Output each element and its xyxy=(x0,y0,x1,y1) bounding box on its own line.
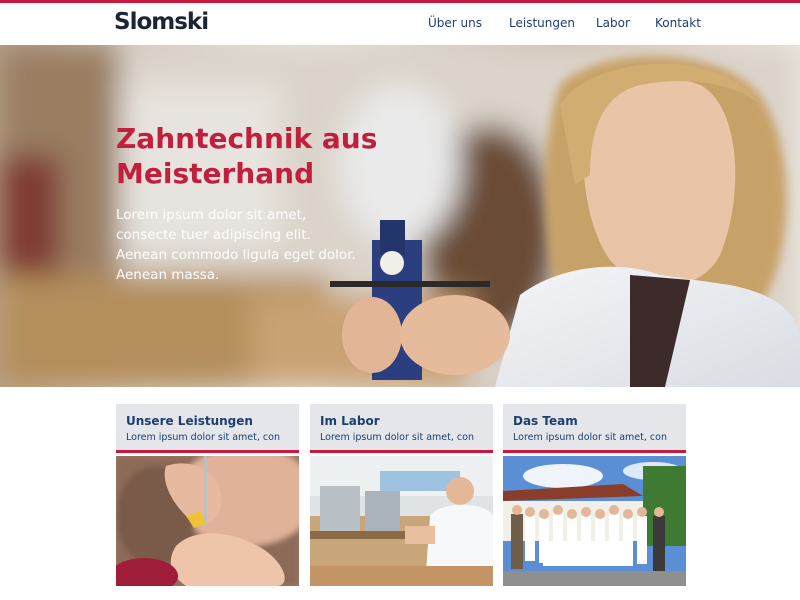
card-subtitle: Lorem ipsum dolor sit amet, con xyxy=(513,432,667,443)
card-subtitle: Lorem ipsum dolor sit amet, con xyxy=(126,432,280,443)
hands-photo xyxy=(116,456,299,586)
hero-heading-line-1: Zahntechnik aus xyxy=(116,122,378,155)
nav-item-labor[interactable]: Labor xyxy=(596,16,630,30)
card-title[interactable]: Im Labor xyxy=(320,414,380,428)
card-header: Unsere Leistungen Lorem ipsum dolor sit … xyxy=(116,404,299,453)
hero-heading-line-2: Meisterhand xyxy=(116,157,315,190)
card-header: Das Team Lorem ipsum dolor sit amet, con xyxy=(503,404,686,453)
nav-item-kontakt[interactable]: Kontakt xyxy=(655,16,701,30)
team-photo xyxy=(503,456,686,586)
card-title[interactable]: Unsere Leistungen xyxy=(126,414,253,428)
nav-item-ueber-uns[interactable]: Über uns xyxy=(428,16,482,30)
card-title[interactable]: Das Team xyxy=(513,414,578,428)
hero-heading: Zahntechnik aus Meisterhand xyxy=(116,121,377,191)
card-im-labor[interactable]: Im Labor Lorem ipsum dolor sit amet, con xyxy=(310,404,493,586)
site-logo[interactable]: Slomski xyxy=(114,9,209,35)
card-das-team[interactable]: Das Team Lorem ipsum dolor sit amet, con xyxy=(503,404,686,586)
card-image-team[interactable] xyxy=(503,456,686,586)
hero-banner: Zahntechnik aus Meisterhand Lorem ipsum … xyxy=(0,45,800,387)
hero-description: Lorem ipsum dolor sit amet, consecte tue… xyxy=(116,207,356,283)
card-subtitle: Lorem ipsum dolor sit amet, con xyxy=(320,432,474,443)
card-header: Im Labor Lorem ipsum dolor sit amet, con xyxy=(310,404,493,453)
card-image-hands[interactable] xyxy=(116,456,299,586)
card-unsere-leistungen[interactable]: Unsere Leistungen Lorem ipsum dolor sit … xyxy=(116,404,299,586)
lab-photo xyxy=(310,456,493,586)
nav-item-leistungen[interactable]: Leistungen xyxy=(509,16,575,30)
card-image-lab[interactable] xyxy=(310,456,493,586)
site-header: Slomski Über uns Leistungen Labor Kontak… xyxy=(0,3,800,45)
